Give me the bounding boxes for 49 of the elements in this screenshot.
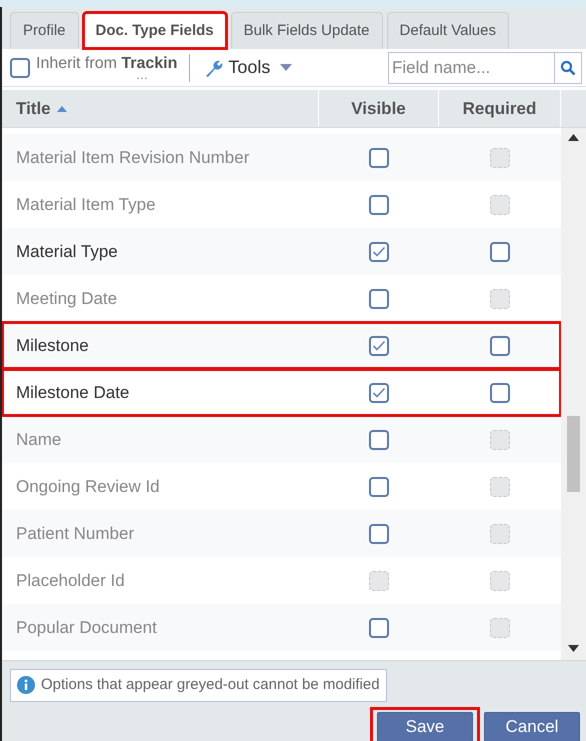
table-cell-text: Patient Number bbox=[15, 522, 136, 545]
scroll-down-icon[interactable] bbox=[568, 645, 579, 652]
visible-checkbox[interactable] bbox=[369, 288, 389, 308]
required-checkbox[interactable] bbox=[490, 242, 510, 262]
visible-checkbox[interactable] bbox=[369, 618, 389, 638]
scroll-up-icon[interactable] bbox=[568, 134, 579, 141]
info-message: Options that appear greyed-out cannot be modified bbox=[41, 675, 380, 695]
table-cell-text: Popular Document bbox=[15, 616, 158, 639]
column-header: Visible bbox=[319, 90, 439, 127]
caret-icon bbox=[280, 64, 292, 71]
search-box[interactable]: Field name... bbox=[388, 52, 582, 84]
visible-checkbox[interactable] bbox=[369, 382, 389, 402]
table-cell-text: Meeting Date bbox=[15, 288, 118, 310]
tab[interactable]: Bulk Fields Update bbox=[230, 12, 383, 49]
inherit-checkbox[interactable] bbox=[10, 58, 30, 78]
column-header: Required bbox=[439, 90, 561, 127]
tab[interactable]: Default Values bbox=[386, 12, 509, 49]
checkmark-icon bbox=[372, 246, 386, 257]
table-cell-text: Ongoing Review Id bbox=[15, 476, 161, 498]
checkmark-icon bbox=[372, 340, 386, 351]
cancel-button[interactable]: Cancel bbox=[484, 712, 580, 741]
required-checkbox[interactable] bbox=[490, 382, 510, 402]
checkmark-icon bbox=[372, 387, 386, 398]
tab[interactable]: Doc. Type Fields bbox=[82, 12, 227, 49]
table-cell-text: Material Item Type bbox=[15, 194, 157, 216]
tab[interactable]: Profile bbox=[10, 12, 79, 49]
scrollbar-thumb[interactable] bbox=[567, 416, 580, 492]
table-cell-text: Name bbox=[15, 428, 62, 451]
required-checkbox[interactable] bbox=[490, 336, 510, 356]
table-cell-text: Material Item Revision Number bbox=[15, 146, 250, 169]
wrench-icon bbox=[204, 58, 224, 78]
visible-checkbox[interactable] bbox=[369, 476, 389, 496]
scrollbar[interactable] bbox=[561, 128, 586, 660]
table-cell-text: Milestone Date bbox=[15, 382, 130, 404]
info-icon bbox=[17, 676, 35, 694]
visible-checkbox[interactable] bbox=[369, 524, 389, 544]
table-cell-text: Milestone bbox=[15, 334, 90, 357]
table-cell-text: Placeholder Id bbox=[15, 570, 126, 592]
visible-checkbox[interactable] bbox=[369, 148, 389, 168]
save-button[interactable]: Save bbox=[377, 712, 473, 741]
tools-menu-button[interactable]: Tools bbox=[204, 54, 292, 81]
sort-ascending-icon bbox=[56, 106, 67, 112]
visible-checkbox[interactable] bbox=[369, 242, 389, 262]
table-cell-text: Material Type bbox=[15, 240, 119, 263]
visible-checkbox[interactable] bbox=[369, 336, 389, 356]
visible-checkbox[interactable] bbox=[369, 430, 389, 450]
column-header[interactable]: Title bbox=[2, 90, 319, 127]
search-icon bbox=[560, 60, 576, 76]
visible-checkbox[interactable] bbox=[369, 194, 389, 214]
